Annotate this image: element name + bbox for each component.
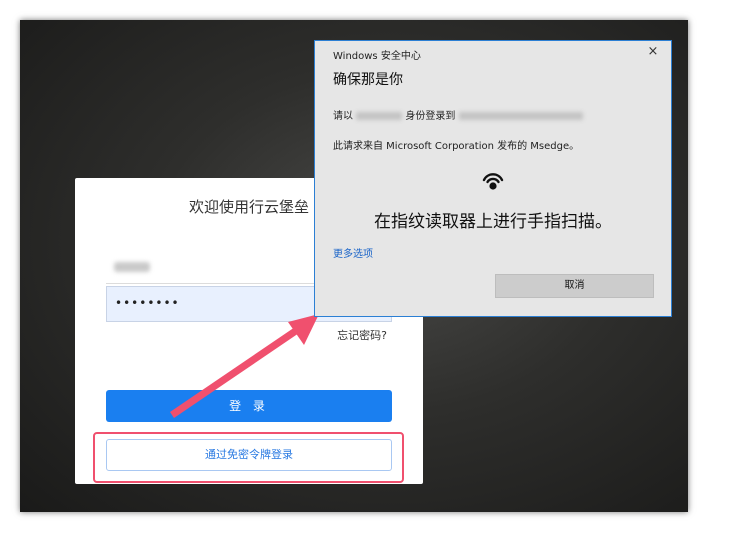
redacted-username	[356, 112, 403, 120]
login-prefix: 请以	[333, 111, 353, 122]
dialog-heading: 确保那是你	[333, 72, 403, 88]
username-redacted	[114, 262, 150, 272]
dialog-request-line: 此请求来自 Microsoft Corporation 发布的 Msedge。	[333, 141, 580, 152]
screenshot-area: 欢迎使用行云堡垒 •••••••• 忘记密码? 登 录 通过免密令牌登录 Win…	[20, 20, 688, 512]
dialog-login-line: 请以 身份登录到	[333, 107, 583, 122]
redacted-domain	[458, 112, 583, 120]
fingerprint-icon	[482, 173, 504, 190]
close-icon[interactable]: ×	[645, 44, 661, 59]
windows-security-dialog: Windows 安全中心 × 确保那是你 请以 身份登录到 此请求来自 Micr…	[314, 40, 672, 317]
login-button[interactable]: 登 录	[106, 390, 392, 422]
more-options-link[interactable]: 更多选项	[333, 245, 373, 260]
dialog-app-title: Windows 安全中心	[333, 51, 421, 62]
forgot-password-link[interactable]: 忘记密码?	[337, 327, 387, 343]
fingerprint-prompt: 在指纹读取器上进行手指扫描。	[374, 212, 612, 232]
login-mid: 身份登录到	[405, 111, 456, 122]
cancel-button[interactable]: 取消	[495, 274, 654, 298]
annotation-highlight-box	[93, 432, 404, 483]
password-value: ••••••••	[115, 296, 180, 310]
